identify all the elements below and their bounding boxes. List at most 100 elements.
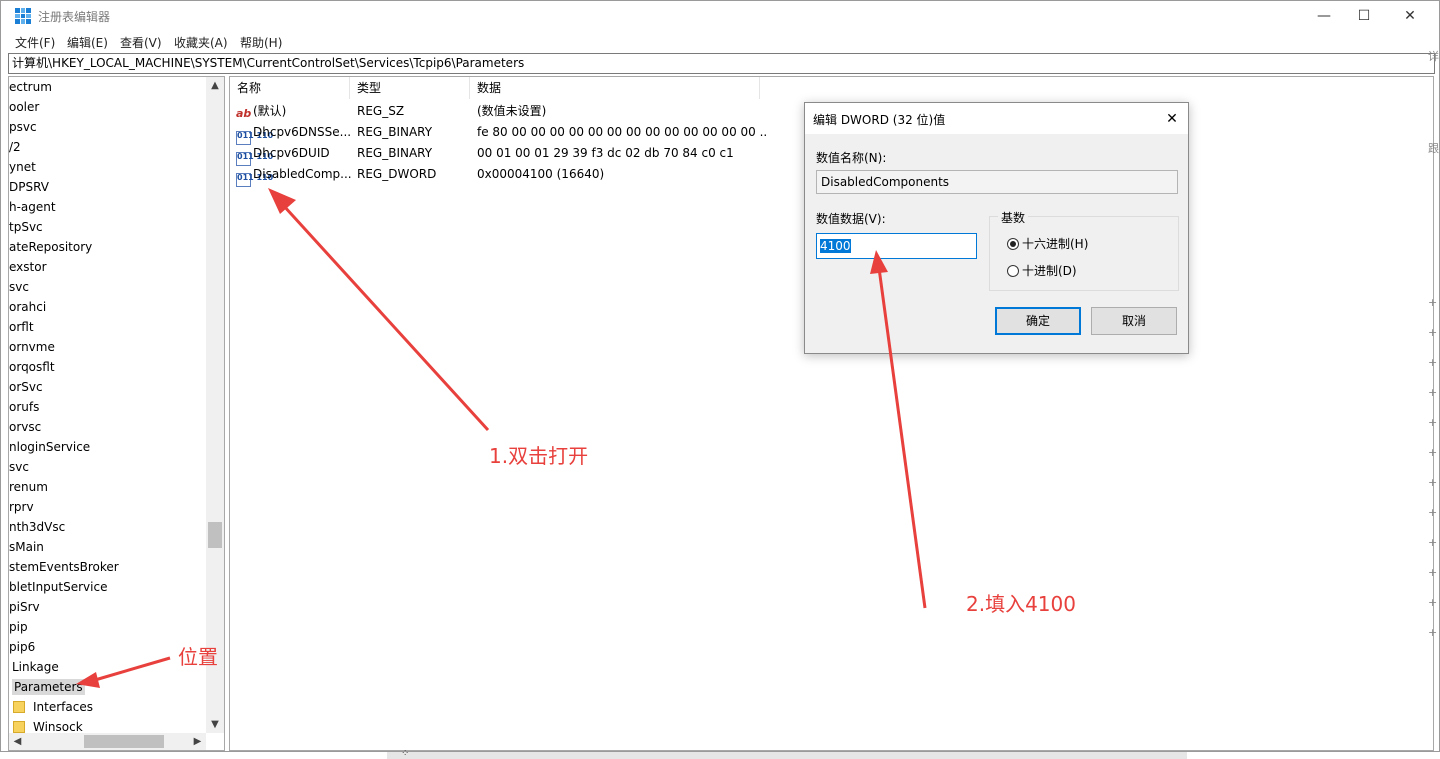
background-glyph: + <box>1428 566 1438 579</box>
background-glyph: + <box>1428 326 1438 339</box>
value-data-label: 数值数据(V): <box>816 212 886 226</box>
tree-item[interactable]: rprv <box>9 497 34 517</box>
column-header-data[interactable]: 数据 <box>470 77 760 99</box>
tree-item[interactable]: psvc <box>9 117 37 137</box>
radio-decimal[interactable]: 十进制(D) <box>1007 264 1077 278</box>
value-row[interactable]: ab (默认) REG_SZ (数值未设置) <box>230 101 830 122</box>
tree-item[interactable]: renum <box>9 477 48 497</box>
tree-item[interactable]: stemEventsBroker <box>9 557 119 577</box>
tree-item-label: ateRepository <box>9 240 93 254</box>
background-glyph: + <box>1428 446 1438 459</box>
tree-item-label: Linkage <box>12 660 59 674</box>
tree-item[interactable]: h-agent <box>9 197 56 217</box>
value-name: Dhcpv6DUID <box>253 146 330 160</box>
column-header-type[interactable]: 类型 <box>350 77 470 99</box>
tree-item[interactable]: Parameters <box>12 677 85 697</box>
radio-hexadecimal-label: 十六进制(H) <box>1022 237 1089 251</box>
tree-item[interactable]: orqosflt <box>9 357 55 377</box>
background-glyph: + <box>1428 536 1438 549</box>
value-name: Dhcpv6DNSSe... <box>253 125 352 139</box>
tree-item-label: Parameters <box>12 679 85 695</box>
background-glyph: 跟 <box>1428 142 1439 155</box>
tree-item[interactable]: nloginService <box>9 437 90 457</box>
tree-item-label: bletInputService <box>9 580 108 594</box>
registry-editor-window: 注册表编辑器 — ☐ ✕ 文件(F) 编辑(E) 查看(V) 收藏夹(A) 帮助… <box>0 0 1440 752</box>
ok-button[interactable]: 确定 <box>995 307 1081 335</box>
tree-item[interactable]: ornvme <box>9 337 55 357</box>
tree-item[interactable]: bletInputService <box>9 577 107 597</box>
scroll-left-icon[interactable]: ◀ <box>9 733 26 750</box>
maximize-button[interactable]: ☐ <box>1341 1 1387 31</box>
tree-item[interactable]: svc <box>9 457 29 477</box>
address-bar[interactable]: 计算机\HKEY_LOCAL_MACHINE\SYSTEM\CurrentCon… <box>8 53 1435 74</box>
value-data-input[interactable]: 4100 <box>816 233 977 259</box>
menu-file[interactable]: 文件(F) <box>15 34 55 51</box>
tree-item[interactable]: Linkage <box>12 657 59 677</box>
tree-item[interactable]: exstor <box>9 257 47 277</box>
tree-item[interactable]: sMain <box>9 537 44 557</box>
column-header-name[interactable]: 名称 <box>230 77 350 99</box>
menu-edit[interactable]: 编辑(E) <box>67 34 108 51</box>
menu-view[interactable]: 查看(V) <box>120 34 162 51</box>
value-row[interactable]: 011 110Dhcpv6DUID REG_BINARY 00 01 00 01 2… <box>230 143 830 166</box>
tree-horizontal-scrollbar[interactable]: ◀ ▶ <box>9 733 206 750</box>
dialog-title: 编辑 DWORD (32 位)值 <box>813 113 946 127</box>
close-button[interactable]: ✕ <box>1387 1 1433 31</box>
binary-value-icon: 011 110 <box>236 173 273 187</box>
tree-item[interactable]: piSrv <box>9 597 40 617</box>
menu-favorites[interactable]: 收藏夹(A) <box>174 34 228 51</box>
radio-hexadecimal[interactable]: 十六进制(H) <box>1007 237 1088 251</box>
cancel-button[interactable]: 取消 <box>1091 307 1177 335</box>
tree-scroll-thumb[interactable] <box>208 522 222 548</box>
tree-item[interactable]: Interfaces <box>13 697 93 717</box>
value-name-label: 数值名称(N): <box>816 151 887 165</box>
background-glyph: + <box>1428 296 1438 309</box>
tree-item-label: ornvme <box>9 340 55 354</box>
tree-item[interactable]: orvsc <box>9 417 41 437</box>
tree-item-label: svc <box>9 280 29 294</box>
tree-item[interactable]: pip <box>9 617 28 637</box>
tree-item[interactable]: ectrum <box>9 77 52 97</box>
tree-item[interactable]: DPSRV <box>9 177 49 197</box>
tree-vertical-scrollbar[interactable]: ▲ ▼ <box>206 77 224 733</box>
value-name: DisabledComp... <box>253 167 352 181</box>
radio-checked-icon <box>1007 238 1019 250</box>
background-strip: ⁘ <box>387 748 1187 759</box>
tree-item[interactable]: svc <box>9 277 29 297</box>
tree-item[interactable]: pip6 <box>9 637 35 657</box>
radio-decimal-label: 十进制(D) <box>1022 264 1077 278</box>
tree-item-label: /2 <box>9 140 21 154</box>
tree-item-label: ectrum <box>9 80 52 94</box>
tree-item[interactable]: orufs <box>9 397 39 417</box>
tree-item[interactable]: nth3dVsc <box>9 517 65 537</box>
tree-item-label: orflt <box>9 320 34 334</box>
tree-item[interactable]: orflt <box>9 317 34 337</box>
grip-icon: ⁘ <box>401 748 410 759</box>
background-glyph: + <box>1428 476 1438 489</box>
tree-item[interactable]: /2 <box>9 137 21 157</box>
scroll-up-icon[interactable]: ▲ <box>206 77 224 94</box>
annotation-step2: 2.填入4100 <box>966 592 1076 616</box>
tree-item[interactable]: orahci <box>9 297 46 317</box>
value-row[interactable]: 011 110Dhcpv6DNSSe... REG_BINARY fe 80 00 … <box>230 122 830 145</box>
tree-item-label: svc <box>9 460 29 474</box>
tree-item[interactable]: ooler <box>9 97 39 117</box>
window-title: 注册表编辑器 <box>38 10 111 24</box>
tree-item[interactable]: ateRepository <box>9 237 92 257</box>
value-type: REG_BINARY <box>357 125 433 139</box>
value-row[interactable]: 011 110DisabledComp... REG_DWORD 0x0000410… <box>230 164 830 187</box>
tree-item[interactable]: ynet <box>9 157 36 177</box>
tree-item[interactable]: tpSvc <box>9 217 43 237</box>
annotation-step1: 1.双击打开 <box>489 444 589 468</box>
dialog-close-button[interactable]: ✕ <box>1160 107 1184 131</box>
menu-help[interactable]: 帮助(H) <box>240 34 282 51</box>
tree-item-label: psvc <box>9 120 37 134</box>
scroll-right-icon[interactable]: ▶ <box>189 733 206 750</box>
tree-item-label: orvsc <box>9 420 42 434</box>
tree-hscroll-thumb[interactable] <box>84 735 164 748</box>
tree-item[interactable]: orSvc <box>9 377 43 397</box>
dialog-title-bar: 编辑 DWORD (32 位)值 ✕ <box>805 103 1188 134</box>
registry-editor-app-icon <box>15 8 31 24</box>
scroll-down-icon[interactable]: ▼ <box>206 716 224 733</box>
tree-item-label: pip <box>9 620 28 634</box>
